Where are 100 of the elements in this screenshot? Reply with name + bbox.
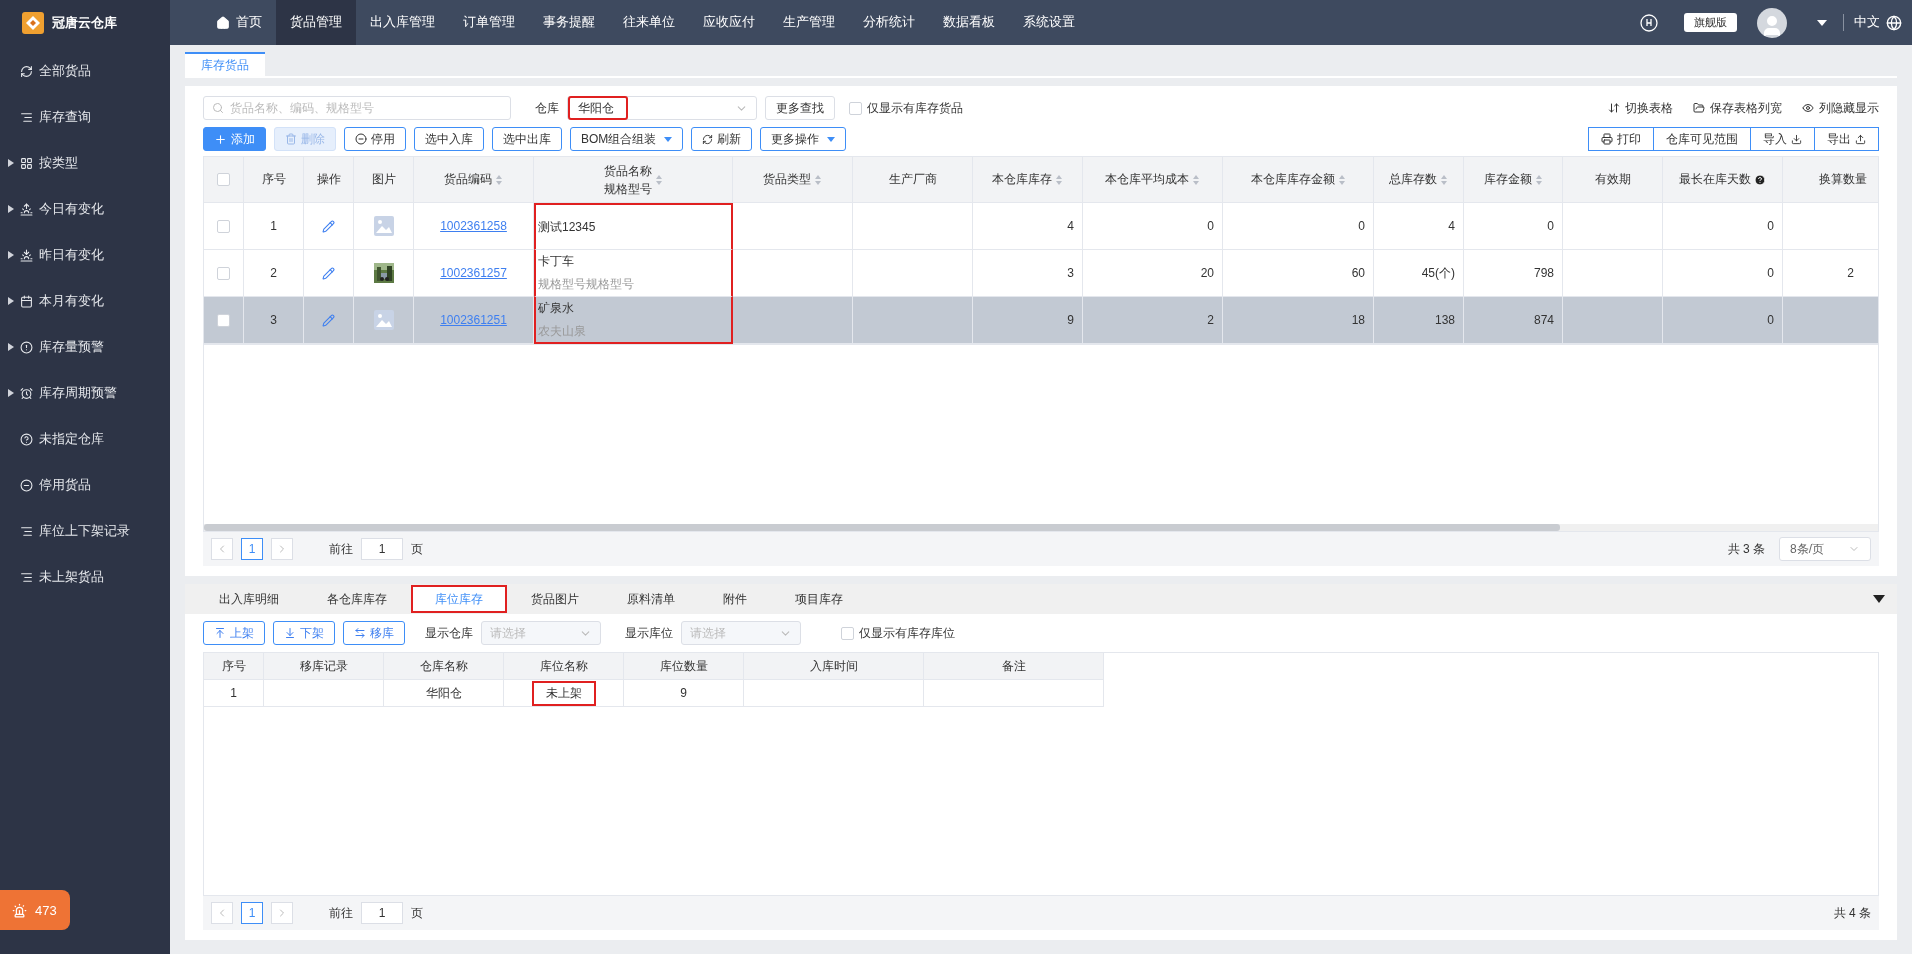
- shelf-button[interactable]: 下架: [273, 621, 335, 645]
- detail-tab[interactable]: 库位库存: [411, 585, 507, 613]
- toolbar-link[interactable]: 切换表格: [1608, 99, 1673, 117]
- nav-tab[interactable]: 出入库管理: [356, 0, 449, 45]
- expand-triangle-icon[interactable]: [8, 343, 14, 351]
- image-placeholder-icon: [373, 310, 394, 330]
- logo-circle-icon[interactable]: [1640, 13, 1658, 32]
- expand-triangle-icon[interactable]: [8, 297, 14, 305]
- table-cell: 9: [973, 297, 1083, 344]
- action-button[interactable]: 导出: [1814, 127, 1879, 151]
- detail-tab[interactable]: 各仓库库存: [303, 585, 411, 613]
- sidebar-item[interactable]: 按类型: [0, 140, 170, 186]
- column-header: 库位名称: [504, 653, 624, 680]
- table-cell: 874: [1464, 297, 1563, 344]
- detail-tab[interactable]: 货品图片: [507, 585, 603, 613]
- expand-triangle-icon[interactable]: [8, 389, 14, 397]
- sort-icon[interactable]: [1337, 173, 1346, 186]
- page-input[interactable]: 1: [361, 538, 403, 560]
- edit-icon[interactable]: [322, 266, 335, 280]
- help-icon[interactable]: [1754, 173, 1766, 186]
- nav-tab[interactable]: 首页: [202, 0, 276, 45]
- caret-icon[interactable]: [1817, 19, 1827, 26]
- sort-icon[interactable]: [1440, 173, 1448, 186]
- select-all-checkbox[interactable]: [217, 173, 230, 186]
- detail-tab[interactable]: 原料清单: [603, 585, 699, 613]
- stock-only-checkbox[interactable]: 仅显示有库存货品: [849, 99, 963, 117]
- row-checkbox[interactable]: [217, 219, 230, 233]
- sidebar-item[interactable]: 库存查询: [0, 94, 170, 140]
- sidebar-item[interactable]: 昨日有变化: [0, 232, 170, 278]
- location-label: 显示库位: [625, 624, 673, 642]
- action-button[interactable]: 停用: [344, 127, 406, 151]
- column-header: 入库时间: [744, 653, 924, 680]
- row-checkbox[interactable]: [217, 266, 230, 280]
- avatar[interactable]: [1757, 7, 1787, 38]
- sort-icon[interactable]: [654, 173, 663, 186]
- table-cell: 4: [1374, 203, 1464, 250]
- caret-icon[interactable]: [1873, 595, 1885, 603]
- action-button[interactable]: 刷新: [691, 127, 753, 151]
- sort-icon[interactable]: [1534, 173, 1543, 186]
- edit-icon[interactable]: [322, 313, 335, 327]
- nav-tab[interactable]: 数据看板: [929, 0, 1009, 45]
- expand-triangle-icon[interactable]: [8, 205, 14, 213]
- action-button[interactable]: 选中出库: [492, 127, 562, 151]
- edit-icon[interactable]: [322, 219, 335, 233]
- expand-triangle-icon[interactable]: [8, 251, 14, 259]
- nav-tab[interactable]: 往来单位: [609, 0, 689, 45]
- sidebar-item[interactable]: 库位上下架记录: [0, 508, 170, 554]
- sidebar-item[interactable]: 全部货品: [0, 48, 170, 94]
- table-cell: 2: [244, 250, 304, 297]
- nav-tab[interactable]: 系统设置: [1009, 0, 1089, 45]
- page-tab[interactable]: 库存货品: [185, 52, 265, 76]
- action-button[interactable]: 更多操作: [760, 127, 847, 151]
- nav-tab[interactable]: 事务提醒: [529, 0, 609, 45]
- sidebar-item[interactable]: 停用货品: [0, 462, 170, 508]
- expand-triangle-icon[interactable]: [8, 159, 14, 167]
- prev-page-button[interactable]: [211, 902, 233, 924]
- column-title: 操作: [316, 171, 341, 188]
- page-size-select[interactable]: 8条/页: [1779, 537, 1871, 561]
- warehouse-select[interactable]: 华阳仓: [567, 96, 757, 120]
- sidebar-item[interactable]: 未指定仓库: [0, 416, 170, 462]
- item-code-link[interactable]: 1002361257: [440, 266, 507, 280]
- toolbar-link[interactable]: 保存表格列宽: [1693, 99, 1782, 117]
- page-input[interactable]: 1: [361, 902, 403, 924]
- row-checkbox[interactable]: [217, 313, 230, 327]
- toolbar-link[interactable]: 列隐藏显示: [1802, 99, 1879, 117]
- globe-icon[interactable]: [1886, 14, 1902, 31]
- action-button[interactable]: BOM组合组装: [570, 127, 684, 151]
- prev-page-button[interactable]: [211, 538, 233, 560]
- action-button[interactable]: 选中入库: [414, 127, 484, 151]
- detail-tab[interactable]: 出入库明细: [195, 585, 303, 613]
- action-button[interactable]: 仓库可见范围: [1653, 127, 1751, 151]
- sidebar-item[interactable]: 未上架货品: [0, 554, 170, 600]
- nav-tab[interactable]: 生产管理: [769, 0, 849, 45]
- detail-tab[interactable]: 附件: [699, 585, 771, 613]
- next-page-button[interactable]: [271, 538, 293, 560]
- sidebar-item[interactable]: 今日有变化: [0, 186, 170, 232]
- action-button[interactable]: 导入: [1750, 127, 1815, 151]
- scrollbar[interactable]: [204, 524, 1878, 531]
- nav-tab[interactable]: 货品管理: [276, 0, 356, 45]
- search-icon: [212, 102, 224, 114]
- sort-icon[interactable]: [495, 173, 503, 186]
- sort-icon[interactable]: [1192, 173, 1200, 186]
- sort-icon[interactable]: [1055, 173, 1063, 186]
- sidebar-item[interactable]: 库存周期预警: [0, 370, 170, 416]
- refresh-icon: [702, 133, 714, 145]
- nav-tab[interactable]: 应收应付: [689, 0, 769, 45]
- sidebar-item[interactable]: 库存量预警: [0, 324, 170, 370]
- action-button[interactable]: 打印: [1588, 127, 1654, 151]
- detail-tab[interactable]: 项目库存: [771, 585, 867, 613]
- sort-icon[interactable]: [814, 173, 822, 186]
- more-search-button[interactable]: 更多查找: [765, 96, 835, 120]
- shelf-button[interactable]: 上架: [203, 621, 265, 645]
- stock-only-checkbox[interactable]: 仅显示有库存库位: [841, 624, 955, 642]
- nav-tab[interactable]: 分析统计: [849, 0, 929, 45]
- sidebar-item[interactable]: 本月有变化: [0, 278, 170, 324]
- language-link[interactable]: 中文: [1843, 14, 1886, 31]
- next-page-button[interactable]: [271, 902, 293, 924]
- nav-tab[interactable]: 订单管理: [449, 0, 529, 45]
- item-code-link[interactable]: 1002361258: [440, 219, 507, 233]
- shelf-button[interactable]: 移库: [343, 621, 405, 645]
